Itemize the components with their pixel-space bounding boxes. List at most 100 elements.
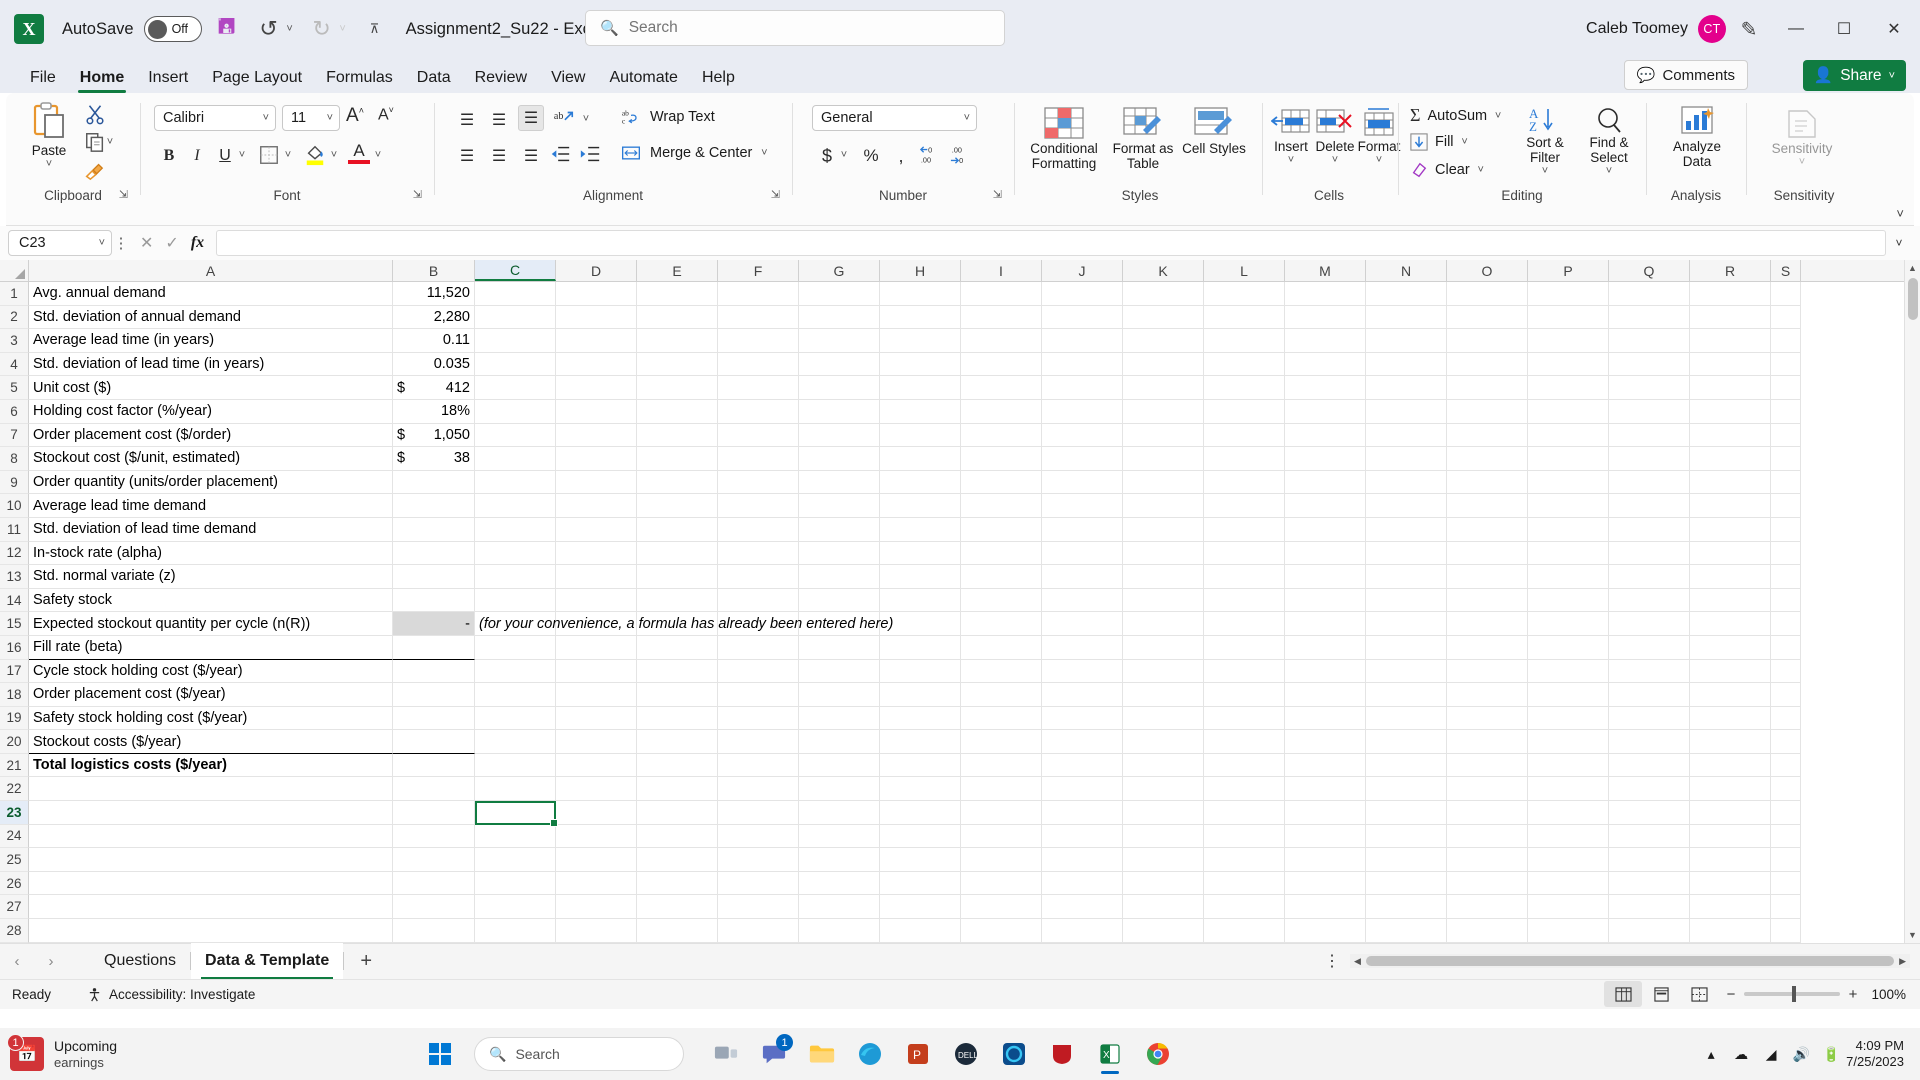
cell-D20[interactable] xyxy=(556,730,637,754)
tab-file[interactable]: File xyxy=(18,63,68,93)
wifi-icon[interactable]: ◢ xyxy=(1756,1046,1786,1063)
cell-F7[interactable] xyxy=(718,423,799,448)
comma-style-button[interactable]: , xyxy=(888,143,914,169)
vertical-scroll-thumb[interactable] xyxy=(1908,278,1918,320)
cell-J18[interactable] xyxy=(1042,683,1123,707)
cell-P13[interactable] xyxy=(1528,565,1609,589)
cell-G11[interactable] xyxy=(799,517,880,542)
cell-C21[interactable] xyxy=(475,753,556,778)
cell-E5[interactable] xyxy=(637,376,718,400)
cell-K16[interactable] xyxy=(1123,635,1204,660)
cell-R5[interactable] xyxy=(1690,376,1771,400)
cell-J8[interactable] xyxy=(1042,447,1123,471)
cell-K2[interactable] xyxy=(1123,305,1204,330)
cell-A17[interactable]: Cycle stock holding cost ($/year) xyxy=(29,659,393,684)
cell-I23[interactable] xyxy=(961,801,1042,825)
cell-E4[interactable] xyxy=(637,352,718,377)
italic-button[interactable]: I xyxy=(184,143,210,169)
column-header-c[interactable]: C xyxy=(475,260,556,281)
cell-F6[interactable] xyxy=(718,399,799,424)
find-select-dropdown-icon[interactable]: ˅ xyxy=(1606,165,1612,177)
cell-K23[interactable] xyxy=(1123,801,1204,825)
cell-L2[interactable] xyxy=(1204,305,1285,330)
cell-Q7[interactable] xyxy=(1609,423,1690,448)
cell-E21[interactable] xyxy=(637,753,718,778)
cell-C10[interactable] xyxy=(475,494,556,518)
cell-L26[interactable] xyxy=(1204,871,1285,896)
sort-filter-dropdown-icon[interactable]: ˅ xyxy=(1542,165,1548,177)
cell-H23[interactable] xyxy=(880,801,961,825)
cell-R20[interactable] xyxy=(1690,730,1771,754)
cell-J5[interactable] xyxy=(1042,376,1123,400)
scroll-left-icon[interactable]: ◀ xyxy=(1354,956,1361,967)
cell-L14[interactable] xyxy=(1204,588,1285,613)
cell-Q24[interactable] xyxy=(1609,824,1690,849)
cell-N24[interactable] xyxy=(1366,824,1447,849)
autosum-dropdown-icon[interactable]: ˅ xyxy=(1491,110,1505,122)
cell-P3[interactable] xyxy=(1528,329,1609,353)
cell-K24[interactable] xyxy=(1123,824,1204,849)
column-header-e[interactable]: E xyxy=(637,260,718,281)
cell-L24[interactable] xyxy=(1204,824,1285,849)
cell-G21[interactable] xyxy=(799,753,880,778)
column-header-i[interactable]: I xyxy=(961,260,1042,281)
pen-icon[interactable]: ✎ xyxy=(1726,17,1772,42)
delete-dropdown-icon[interactable]: ˅ xyxy=(1332,154,1338,166)
cell-J20[interactable] xyxy=(1042,730,1123,754)
cell-Q27[interactable] xyxy=(1609,895,1690,920)
row-header-15[interactable]: 15 xyxy=(0,612,29,636)
taskbar-clock[interactable]: 4:09 PM 7/25/2023 xyxy=(1846,1038,1920,1070)
format-as-table-button[interactable]: Format as Table xyxy=(1108,105,1178,171)
cell-B7[interactable]: $1,050 xyxy=(393,423,475,448)
cell-E23[interactable] xyxy=(637,801,718,825)
row-header-18[interactable]: 18 xyxy=(0,683,29,707)
cell-P11[interactable] xyxy=(1528,517,1609,542)
conditional-formatting-button[interactable]: Conditional Formatting xyxy=(1026,105,1102,171)
format-cells-button[interactable]: Format ˅ xyxy=(1356,107,1402,166)
cell-C11[interactable] xyxy=(475,517,556,542)
cell-Q4[interactable] xyxy=(1609,352,1690,377)
cell-A11[interactable]: Std. deviation of lead time demand xyxy=(29,517,393,542)
minimize-button[interactable]: — xyxy=(1772,0,1820,58)
cell-L4[interactable] xyxy=(1204,352,1285,377)
tab-insert[interactable]: Insert xyxy=(136,63,200,93)
accessibility-status[interactable]: Accessibility: Investigate xyxy=(87,987,255,1002)
cell-P23[interactable] xyxy=(1528,801,1609,825)
cell-R28[interactable] xyxy=(1690,919,1771,943)
cell-Q1[interactable] xyxy=(1609,282,1690,306)
cell-Q26[interactable] xyxy=(1609,871,1690,896)
cell-J21[interactable] xyxy=(1042,753,1123,778)
cell-O1[interactable] xyxy=(1447,282,1528,306)
cell-R9[interactable] xyxy=(1690,470,1771,495)
align-right-button[interactable]: ☰ xyxy=(518,143,544,169)
cell-B28[interactable] xyxy=(393,919,475,943)
enter-icon[interactable]: ✓ xyxy=(165,233,178,253)
column-header-n[interactable]: N xyxy=(1366,260,1447,281)
cell-D10[interactable] xyxy=(556,494,637,518)
cell-S18[interactable] xyxy=(1771,683,1801,707)
cell-O7[interactable] xyxy=(1447,423,1528,448)
cell-J3[interactable] xyxy=(1042,329,1123,353)
cell-E1[interactable] xyxy=(637,282,718,306)
cell-C7[interactable] xyxy=(475,423,556,448)
cell-Q15[interactable] xyxy=(1609,612,1690,636)
cell-P1[interactable] xyxy=(1528,282,1609,306)
cell-L12[interactable] xyxy=(1204,541,1285,566)
align-middle-button[interactable]: ☰ xyxy=(486,107,512,133)
volume-icon[interactable]: 🔊 xyxy=(1786,1046,1816,1063)
cell-R26[interactable] xyxy=(1690,871,1771,896)
cell-H3[interactable] xyxy=(880,329,961,353)
cell-M14[interactable] xyxy=(1285,588,1366,613)
cell-I10[interactable] xyxy=(961,494,1042,518)
cell-O2[interactable] xyxy=(1447,305,1528,330)
format-painter-button[interactable] xyxy=(82,159,106,186)
cell-F26[interactable] xyxy=(718,871,799,896)
cell-M12[interactable] xyxy=(1285,541,1366,566)
cell-J25[interactable] xyxy=(1042,848,1123,872)
cell-C19[interactable] xyxy=(475,706,556,731)
align-top-button[interactable]: ☰ xyxy=(454,107,480,133)
tab-data[interactable]: Data xyxy=(405,63,463,93)
cell-S11[interactable] xyxy=(1771,517,1801,542)
cell-I13[interactable] xyxy=(961,565,1042,589)
cell-I28[interactable] xyxy=(961,919,1042,943)
